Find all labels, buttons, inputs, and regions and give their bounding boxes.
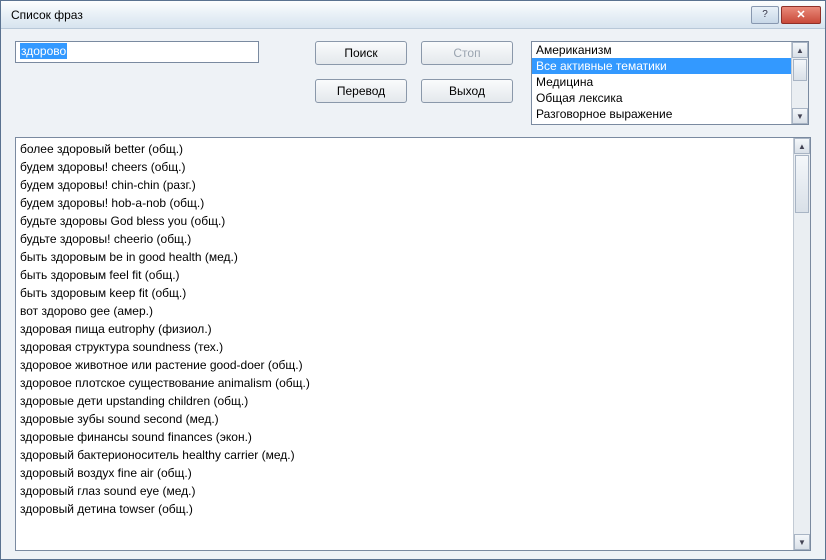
help-button[interactable]: ? (751, 6, 779, 24)
result-line[interactable]: здоровый воздух fine air (общ.) (20, 464, 789, 482)
result-line[interactable]: будьте здоровы! cheerio (общ.) (20, 230, 789, 248)
theme-item[interactable]: Разговорное выражение (532, 106, 791, 122)
title-bar: Список фраз ? ✕ (1, 1, 825, 29)
result-line[interactable]: здоровые дети upstanding children (общ.) (20, 392, 789, 410)
theme-item[interactable]: Все активные тематики (532, 58, 791, 74)
help-icon: ? (762, 9, 768, 20)
results-scrollbar[interactable]: ▲ ▼ (793, 138, 810, 550)
scroll-down-icon[interactable]: ▼ (794, 534, 810, 550)
results-panel: более здоровый better (общ.)будем здоров… (15, 137, 811, 551)
results-list[interactable]: более здоровый better (общ.)будем здоров… (16, 138, 793, 550)
themes-listbox[interactable]: АмериканизмВсе активные тематикиМедицина… (531, 41, 809, 125)
top-row: здорово Поиск Стоп Перевод Выход Америка… (15, 41, 811, 125)
result-line[interactable]: будем здоровы! cheers (общ.) (20, 158, 789, 176)
scroll-thumb[interactable] (795, 155, 809, 213)
exit-button[interactable]: Выход (421, 79, 513, 103)
scroll-down-icon[interactable]: ▼ (792, 108, 808, 124)
result-line[interactable]: здоровые зубы sound second (мед.) (20, 410, 789, 428)
theme-item[interactable]: Общая лексика (532, 90, 791, 106)
title-bar-buttons: ? ✕ (751, 6, 821, 24)
themes-scrollbar[interactable]: ▲ ▼ (791, 42, 808, 124)
result-line[interactable]: здоровые финансы sound finances (экон.) (20, 428, 789, 446)
result-line[interactable]: будьте здоровы God bless you (общ.) (20, 212, 789, 230)
result-line[interactable]: здоровое животное или растение good-doer… (20, 356, 789, 374)
result-line[interactable]: будем здоровы! hob-a-nob (общ.) (20, 194, 789, 212)
result-line[interactable]: здоровая структура soundness (тех.) (20, 338, 789, 356)
result-line[interactable]: быть здоровым keep fit (общ.) (20, 284, 789, 302)
themes-column: АмериканизмВсе активные тематикиМедицина… (531, 41, 811, 125)
stop-button[interactable]: Стоп (421, 41, 513, 65)
close-button[interactable]: ✕ (781, 6, 821, 24)
scroll-up-icon[interactable]: ▲ (792, 42, 808, 58)
result-line[interactable]: быть здоровым be in good health (мед.) (20, 248, 789, 266)
scroll-up-icon[interactable]: ▲ (794, 138, 810, 154)
result-line[interactable]: здоровая пища eutrophy (физиол.) (20, 320, 789, 338)
button-row-2: Перевод Выход (315, 79, 513, 103)
button-row-1: Поиск Стоп (315, 41, 513, 65)
result-line[interactable]: здоровый детина towser (общ.) (20, 500, 789, 518)
theme-item[interactable]: Американизм (532, 42, 791, 58)
result-line[interactable]: быть здоровым feel fit (общ.) (20, 266, 789, 284)
search-input[interactable]: здорово (15, 41, 259, 63)
buttons-column: Поиск Стоп Перевод Выход (315, 41, 513, 103)
close-icon: ✕ (796, 8, 805, 21)
result-line[interactable]: более здоровый better (общ.) (20, 140, 789, 158)
window-title: Список фраз (11, 8, 751, 22)
search-button[interactable]: Поиск (315, 41, 407, 65)
theme-item[interactable]: Медицина (532, 74, 791, 90)
result-line[interactable]: будем здоровы! chin-chin (разг.) (20, 176, 789, 194)
themes-items: АмериканизмВсе активные тематикиМедицина… (532, 42, 791, 122)
translate-button[interactable]: Перевод (315, 79, 407, 103)
dialog-window: Список фраз ? ✕ здорово Поиск Стоп Перев… (0, 0, 826, 560)
search-column: здорово (15, 41, 259, 63)
result-line[interactable]: вот здорово gee (амер.) (20, 302, 789, 320)
dialog-content: здорово Поиск Стоп Перевод Выход Америка… (1, 29, 825, 559)
search-input-value: здорово (20, 43, 67, 59)
result-line[interactable]: здоровый бактерионоситель healthy carrie… (20, 446, 789, 464)
result-line[interactable]: здоровое плотское существование animalis… (20, 374, 789, 392)
result-line[interactable]: здоровый глаз sound eye (мед.) (20, 482, 789, 500)
scroll-thumb[interactable] (793, 59, 807, 81)
